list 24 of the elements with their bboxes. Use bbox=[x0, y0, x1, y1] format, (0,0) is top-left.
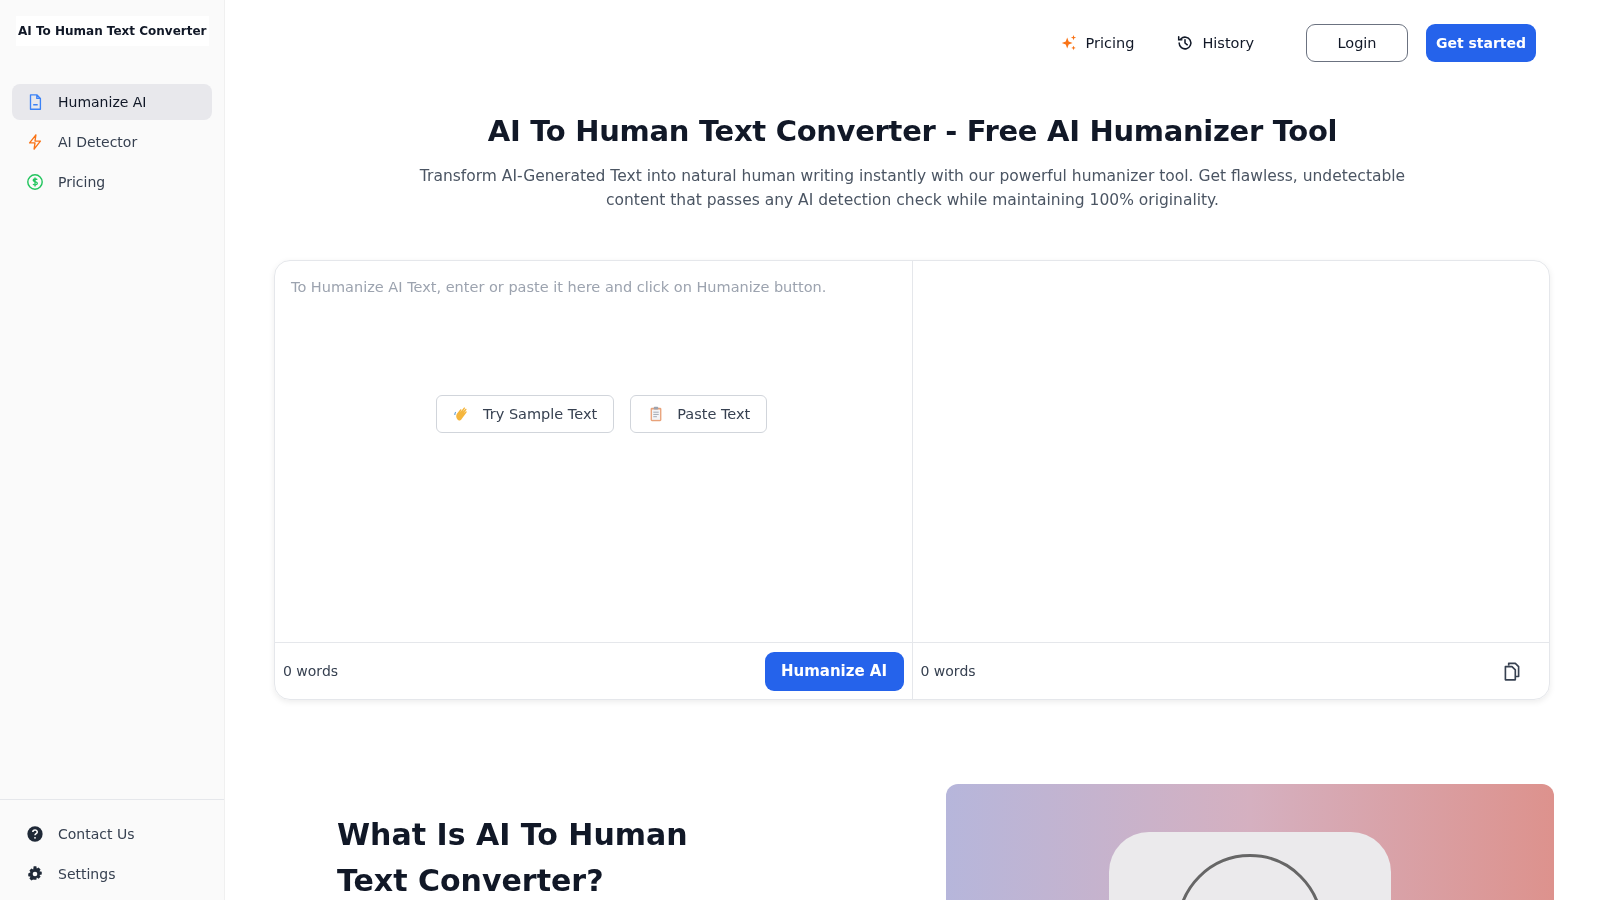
sidebar-item[interactable]: Contact Us bbox=[12, 816, 212, 852]
login-button[interactable]: Login bbox=[1306, 24, 1408, 62]
help-icon bbox=[26, 825, 44, 843]
word-count: 0 words bbox=[920, 663, 976, 679]
sidebar-item[interactable]: Humanize AI bbox=[12, 84, 212, 120]
text-editor[interactable]: To Humanize AI Text, enter or paste it here and click on Humanize button. Try Sample Text Paste Text 0 words Humanize AI 0 words bbox=[274, 260, 1550, 700]
sidebar-item[interactable]: Pricing bbox=[12, 164, 212, 200]
section-heading: What Is AI To Human Text Converter? bbox=[337, 816, 689, 900]
get-started-button[interactable]: Get started bbox=[1426, 24, 1536, 62]
history-icon bbox=[1176, 34, 1195, 52]
humanize-button[interactable]: Humanize AI bbox=[764, 651, 904, 691]
settings-icon bbox=[26, 865, 44, 883]
header-link[interactable]: Pricing bbox=[1047, 34, 1147, 52]
word-count: 0 words bbox=[283, 663, 339, 679]
page-title: AI To Human Text Converter - Free AI Humanizer Tool bbox=[486, 114, 1339, 148]
dollar-icon bbox=[26, 173, 44, 191]
action-button[interactable]: Try Sample Text bbox=[436, 395, 615, 433]
sidebar-item[interactable]: Settings bbox=[12, 856, 212, 892]
sidebar-item[interactable]: AI Detector bbox=[12, 124, 212, 160]
site-logo[interactable]: AI To Human Text Converter bbox=[16, 16, 209, 46]
lightning-icon bbox=[26, 133, 44, 151]
action-button[interactable]: Paste Text bbox=[630, 395, 768, 433]
header-link[interactable]: History bbox=[1164, 34, 1266, 52]
page-subtitle: Transform AI-Generated Text into natural human writing instantly with our powerful humanizer tool. Get flawless, undetectable content that passes any AI detection check while maintaining 100% originality. bbox=[418, 166, 1407, 211]
